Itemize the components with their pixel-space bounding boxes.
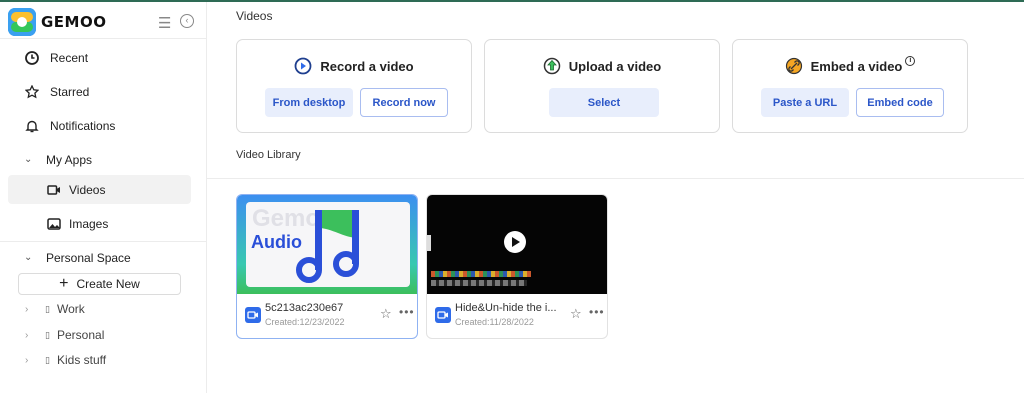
page-title: Videos: [236, 9, 273, 23]
folder-label: Personal: [57, 328, 105, 342]
sidebar-item-label: Notifications: [50, 118, 116, 133]
chevron-right-icon: ›: [25, 354, 29, 366]
video-thumbnail[interactable]: [427, 195, 607, 294]
star-icon[interactable]: ☆: [380, 306, 392, 322]
embed-code-button[interactable]: Embed code: [856, 88, 944, 117]
sidebar-item-label: Videos: [69, 182, 106, 197]
divider: [0, 241, 207, 242]
bell-icon: [24, 119, 40, 133]
sidebar-item-label: Images: [69, 216, 109, 231]
record-video-card: Record a video From desktop Record now: [236, 39, 472, 133]
video-card[interactable]: Hide&Un-hide the i... Created:11/28/2022…: [426, 194, 608, 339]
link-icon: [785, 57, 803, 75]
chevron-right-icon: ›: [25, 303, 29, 315]
folder-label: Work: [57, 302, 85, 316]
star-icon: [24, 84, 40, 99]
record-now-button[interactable]: Record now: [360, 88, 448, 117]
video-card[interactable]: Gemoo Audio 5c213ac230e67 Created:12/23/…: [236, 194, 418, 339]
video-name[interactable]: 5c213ac230e67: [265, 302, 375, 314]
sidebar-item-label: Recent: [50, 50, 89, 65]
sidebar-group-label: My Apps: [46, 152, 93, 167]
folder-item-personal[interactable]: › ▯ Personal: [25, 325, 104, 345]
info-icon[interactable]: i: [905, 56, 916, 66]
folder-icon: ▯: [45, 354, 50, 365]
folder-item-work[interactable]: › ▯ Work: [25, 299, 85, 319]
card-header: Embed a video i: [733, 56, 967, 75]
record-play-icon: [294, 57, 312, 75]
create-new-button[interactable]: + Create New: [18, 273, 181, 295]
brand-name: GEMOO: [41, 13, 107, 31]
upload-arrow-icon: [543, 57, 561, 75]
chevron-down-icon: ⌄: [24, 154, 33, 165]
create-new-label: Create New: [76, 277, 140, 291]
video-created-date: Created:12/23/2022: [265, 317, 345, 327]
gemoo-logo-icon: [8, 8, 36, 36]
sidebar: GEMOO ☰ ‹ Recent Starred Notifications ⌄…: [0, 2, 207, 393]
music-note-icon: [296, 210, 359, 283]
clock-icon: [24, 50, 40, 65]
video-type-icon: [245, 307, 261, 323]
logo-row: GEMOO ☰ ‹: [8, 8, 198, 36]
thumbnail-taskbar-strip: [431, 271, 531, 277]
folder-item-kids-stuff[interactable]: › ▯ Kids stuff: [25, 350, 106, 370]
sidebar-group-label: Personal Space: [46, 250, 131, 265]
from-desktop-button[interactable]: From desktop: [265, 88, 353, 117]
video-thumbnail[interactable]: Gemoo Audio: [237, 195, 417, 294]
sidebar-item-label: Starred: [50, 84, 90, 99]
sidebar-item-videos[interactable]: Videos: [8, 175, 191, 204]
plus-icon: +: [59, 275, 69, 292]
embed-video-card: Embed a video i Paste a URL Embed code: [732, 39, 968, 133]
select-button[interactable]: Select: [549, 88, 659, 117]
more-options-icon[interactable]: •••: [589, 305, 605, 319]
sidebar-item-recent[interactable]: Recent: [8, 43, 191, 72]
more-options-icon[interactable]: •••: [399, 305, 415, 319]
card-header: Upload a video: [485, 57, 719, 75]
sidebar-group-my-apps[interactable]: ⌄ My Apps: [8, 145, 191, 174]
card-title: Record a video: [320, 58, 414, 74]
folder-icon: ▯: [45, 329, 50, 340]
sidebar-item-starred[interactable]: Starred: [8, 77, 191, 106]
sidebar-item-notifications[interactable]: Notifications: [8, 111, 191, 140]
video-created-date: Created:11/28/2022: [455, 317, 534, 327]
video-icon: [46, 184, 62, 196]
card-header: Record a video: [237, 57, 471, 75]
divider: [0, 38, 207, 39]
upload-video-card: Upload a video Select: [484, 39, 720, 133]
sidebar-item-images[interactable]: Images: [8, 209, 191, 238]
image-icon: [46, 217, 62, 230]
video-name[interactable]: Hide&Un-hide the i...: [455, 302, 565, 314]
folder-icon: ▯: [45, 303, 50, 314]
collapse-sidebar-icon[interactable]: ‹: [180, 14, 194, 28]
library-title: Video Library: [236, 149, 301, 161]
star-icon[interactable]: ☆: [570, 306, 582, 322]
play-icon[interactable]: [512, 237, 520, 247]
folder-label: Kids stuff: [57, 353, 107, 367]
chevron-down-icon: ⌄: [24, 252, 33, 263]
paste-url-button[interactable]: Paste a URL: [761, 88, 849, 117]
chevron-right-icon: ›: [25, 329, 29, 341]
sidebar-group-personal-space[interactable]: ⌄ Personal Space: [8, 243, 191, 272]
card-title: Upload a video: [568, 58, 662, 74]
menu-icon[interactable]: ☰: [158, 14, 171, 32]
divider: [207, 178, 1024, 179]
video-type-icon: [435, 307, 451, 323]
card-title: Embed a video: [810, 58, 903, 74]
